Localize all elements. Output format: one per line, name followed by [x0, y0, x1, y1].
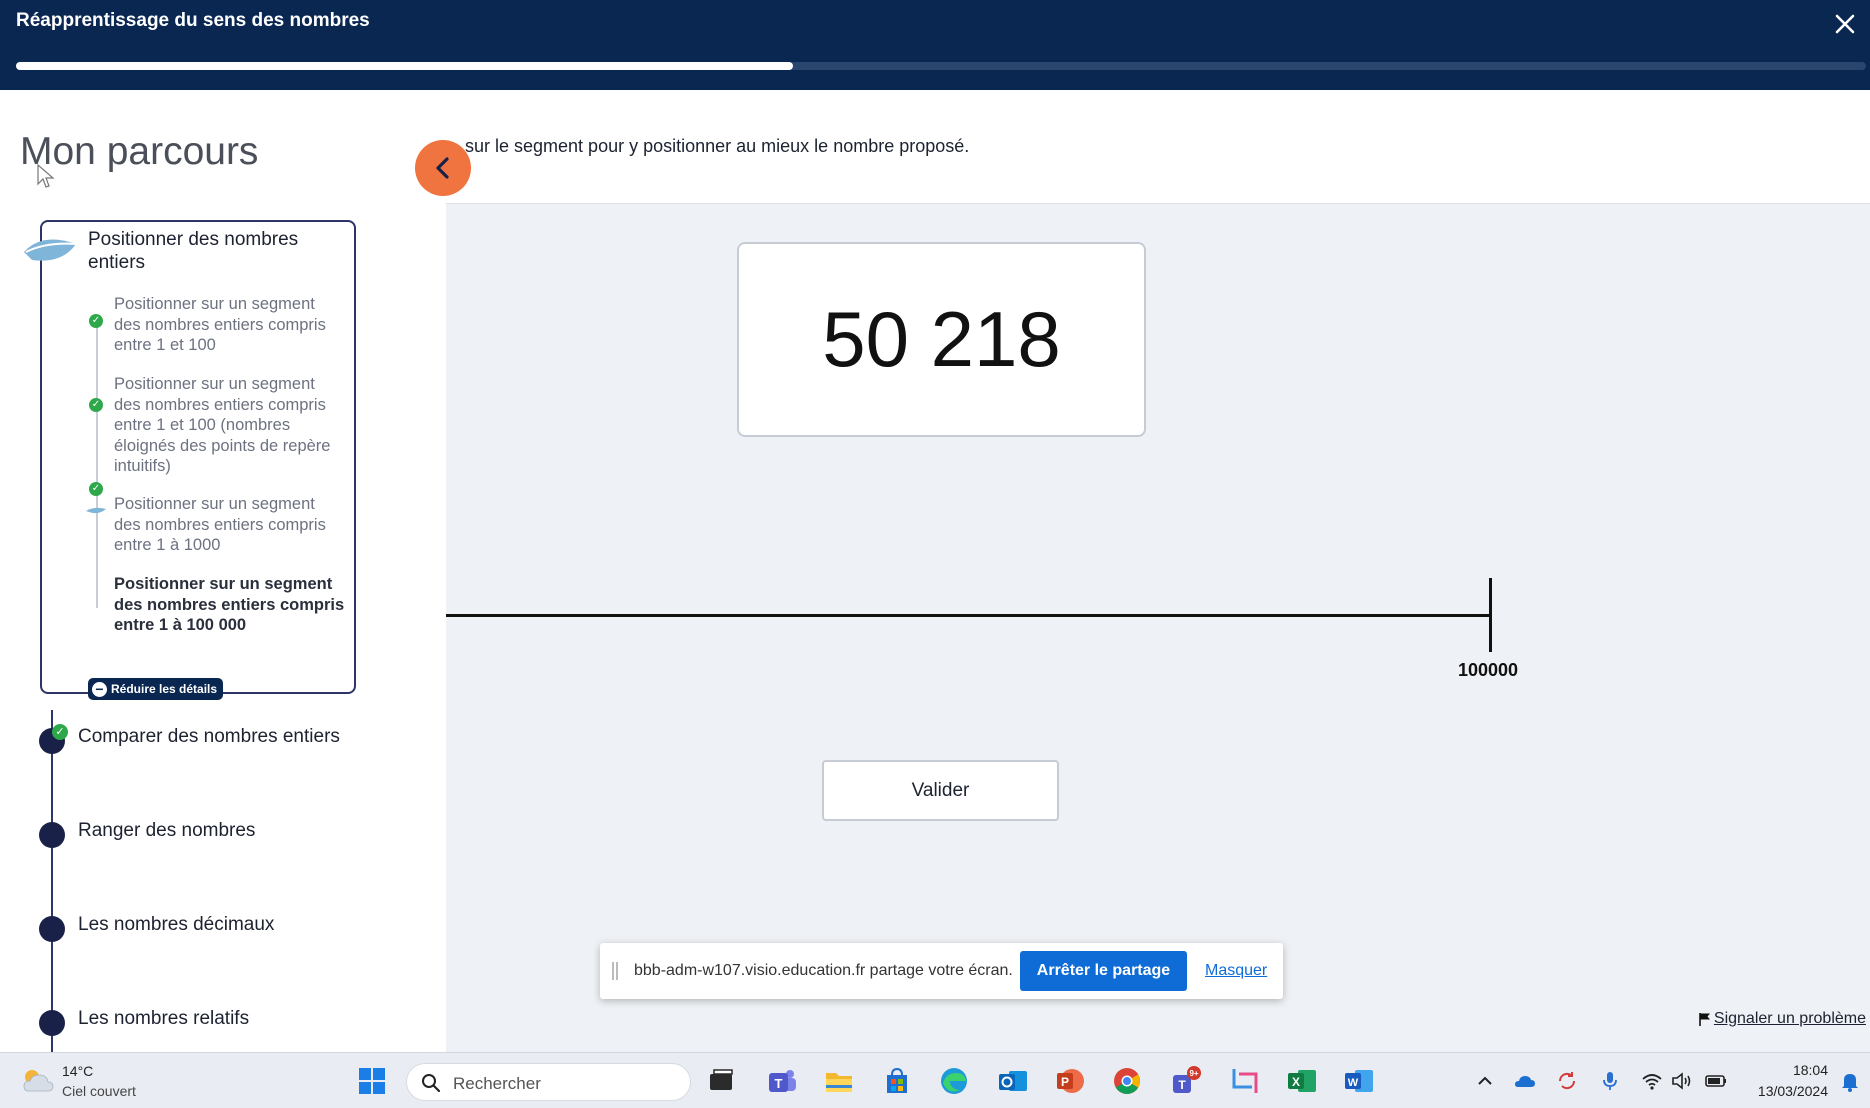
target-number-card: 50 218 — [737, 242, 1146, 437]
substep-1[interactable]: Positionner sur un segment des nombres e… — [114, 294, 346, 356]
battery-icon[interactable] — [1704, 1069, 1728, 1093]
search-placeholder: Rechercher — [453, 1074, 541, 1093]
svg-text:X: X — [1292, 1075, 1300, 1089]
store-icon[interactable] — [881, 1065, 913, 1097]
report-problem-link[interactable]: Signaler un problème — [1699, 1010, 1866, 1028]
substep-2[interactable]: Positionner sur un segment des nombres e… — [114, 374, 346, 477]
step-dot — [39, 916, 65, 942]
stop-sharing-button[interactable]: Arrêter le partage — [1020, 951, 1187, 991]
check-icon: ✓ — [52, 724, 68, 740]
substep-3[interactable]: Positionner sur un segment des nombres e… — [114, 494, 346, 556]
timeline-line — [51, 710, 53, 1108]
step-decimaux[interactable]: Les nombres décimaux — [78, 914, 274, 936]
word-icon[interactable]: W — [1343, 1065, 1375, 1097]
substep-4-active[interactable]: Positionner sur un segment des nombres e… — [114, 574, 346, 636]
target-number: 50 218 — [822, 295, 1061, 383]
windows-start-icon[interactable] — [356, 1065, 388, 1097]
outlook-icon[interactable] — [997, 1065, 1029, 1097]
app-header: Réapprentissage du sens des nombres — [0, 0, 1870, 90]
svg-text:T: T — [1178, 1078, 1186, 1092]
svg-text:T: T — [775, 1076, 783, 1091]
svg-text:P: P — [1061, 1075, 1069, 1089]
report-problem-label: Signaler un problème — [1713, 1010, 1866, 1027]
onedrive-icon[interactable] — [1513, 1069, 1537, 1093]
check-icon: ✓ — [89, 314, 103, 328]
current-step-icon — [24, 239, 77, 261]
screen-share-banner: bbb-adm-w107.visio.education.fr partage … — [600, 943, 1283, 999]
hide-link[interactable]: Masquer — [1205, 962, 1267, 980]
chevron-up-icon[interactable] — [1473, 1069, 1497, 1093]
wifi-icon[interactable] — [1640, 1069, 1664, 1093]
progress-bar — [16, 62, 1866, 70]
share-text: bbb-adm-w107.visio.education.fr partage … — [634, 962, 1013, 979]
teams-icon[interactable]: T — [766, 1065, 798, 1097]
excel-icon[interactable]: X — [1286, 1065, 1318, 1097]
edge-browser-icon[interactable] — [938, 1065, 970, 1097]
cloud-weather-icon[interactable] — [20, 1065, 56, 1095]
instruction-text: sur le segment pour y positionner au mie… — [465, 136, 970, 156]
current-step-title: Positionner des nombres entiers — [88, 229, 299, 273]
number-line[interactable] — [446, 614, 1492, 617]
step-relatifs[interactable]: Les nombres relatifs — [78, 1008, 249, 1030]
svg-text:W: W — [1348, 1077, 1359, 1089]
close-icon — [1835, 14, 1855, 34]
check-icon: ✓ — [89, 398, 103, 412]
volume-icon[interactable] — [1670, 1069, 1694, 1093]
number-line-end-label: 100000 — [1458, 660, 1519, 680]
search-icon — [422, 1074, 441, 1093]
teams-classic-icon[interactable]: T9+ — [1170, 1065, 1202, 1097]
close-button[interactable] — [1830, 6, 1860, 40]
substep-connector — [96, 318, 98, 608]
step-dot — [39, 822, 65, 848]
sync-icon[interactable] — [1555, 1069, 1579, 1093]
mouse-cursor-icon — [37, 164, 55, 188]
app-title: Réapprentissage du sens des nombres — [16, 10, 370, 31]
file-explorer-icon[interactable] — [823, 1065, 855, 1097]
step-ranger[interactable]: Ranger des nombres — [78, 820, 255, 842]
progress-fill — [16, 62, 793, 70]
weather-temp: 14°C — [62, 1063, 94, 1079]
task-view-icon[interactable] — [705, 1065, 737, 1097]
step-compare[interactable]: Comparer des nombres entiers — [78, 726, 340, 748]
minus-icon: − — [92, 681, 107, 697]
snipping-tool-icon[interactable] — [1228, 1065, 1260, 1097]
powerpoint-icon[interactable]: P — [1054, 1065, 1086, 1097]
weather-desc: Ciel couvert — [62, 1083, 136, 1099]
active-substep-icon — [86, 507, 106, 514]
chevron-left-icon — [436, 157, 449, 179]
chrome-icon[interactable] — [1111, 1065, 1143, 1097]
taskbar-search[interactable]: Rechercher — [406, 1063, 691, 1101]
clock-time[interactable]: 18:04 — [1776, 1062, 1828, 1078]
taskbar: 14°C Ciel couvert Rechercher T P T 9+ X W… — [0, 1052, 1870, 1108]
notification-bell-icon[interactable] — [1838, 1069, 1862, 1093]
reduce-details-label: Réduire les détails — [111, 682, 218, 696]
clock-date[interactable]: 13/03/2024 — [1746, 1083, 1828, 1099]
step-dot — [39, 1010, 65, 1036]
reduce-details-button[interactable]: − Réduire les détails — [88, 678, 224, 700]
sidebar: Mon parcours Positionner des nombres ent… — [0, 90, 446, 1108]
microphone-icon[interactable] — [1598, 1069, 1622, 1093]
teams-badge: 9+ — [1189, 1069, 1198, 1078]
check-icon: ✓ — [89, 482, 103, 496]
flag-icon — [1699, 1013, 1710, 1026]
number-line-end-tick — [1489, 578, 1492, 652]
drag-handle-icon[interactable] — [612, 962, 618, 980]
validate-button[interactable]: Valider — [822, 760, 1059, 821]
collapse-sidebar-button[interactable] — [415, 140, 471, 196]
